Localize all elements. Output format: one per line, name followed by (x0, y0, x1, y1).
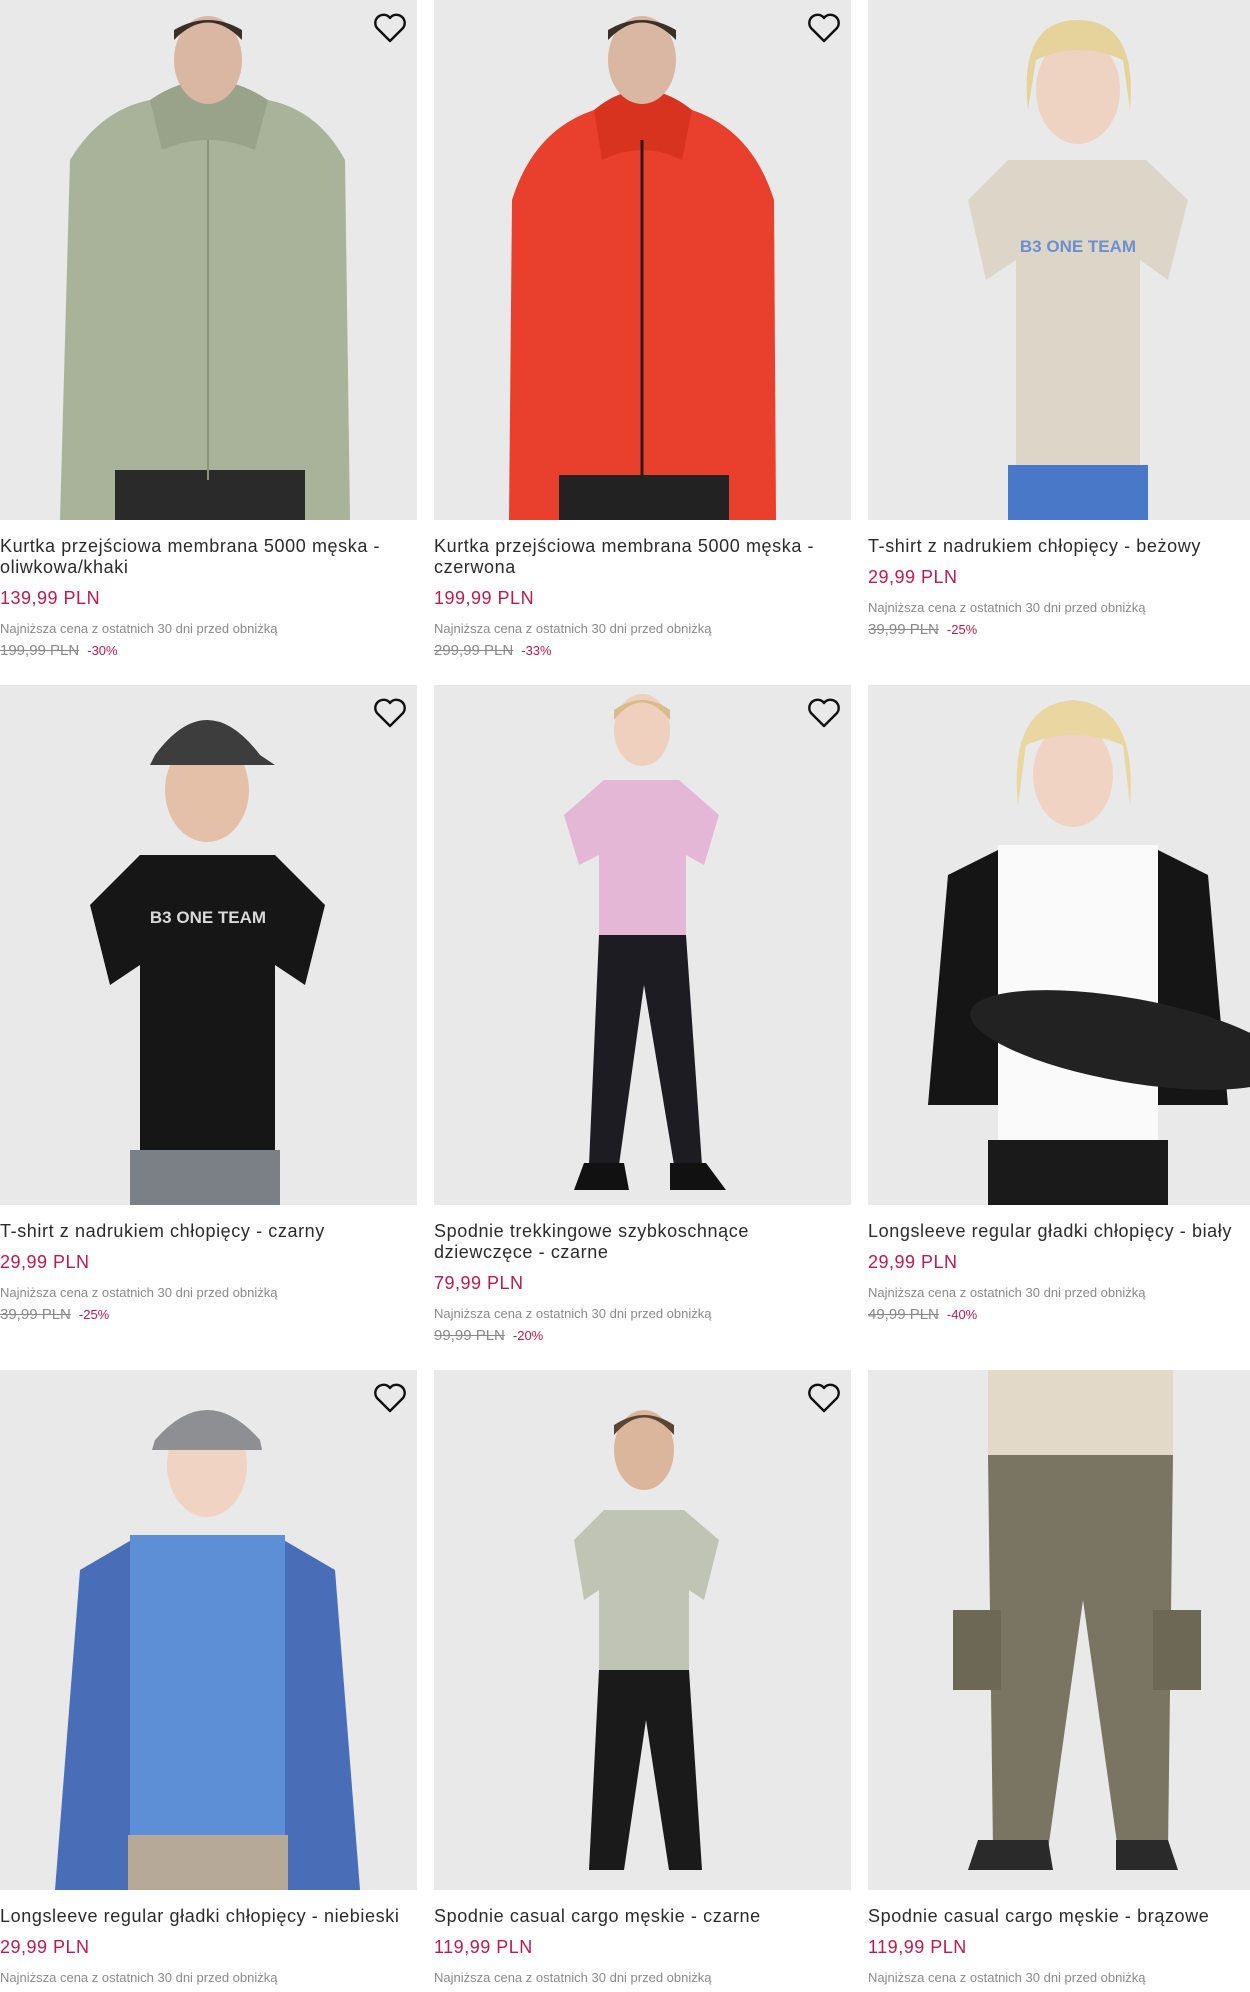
product-image[interactable] (434, 685, 851, 1205)
old-price: 299,99 PLN (434, 642, 514, 659)
lowest-price-label: Najniższa cena z ostatnich 30 dni przed … (434, 1970, 712, 1985)
product-price: 79,99 PLN (434, 1273, 524, 1293)
product-photo-olive-jacket (0, 0, 417, 520)
product-image[interactable] (868, 1370, 1250, 1890)
wishlist-heart-icon[interactable] (805, 695, 843, 731)
product-info: Longsleeve regular gładki chłopięcy - ni… (0, 1890, 417, 1985)
tshirt-print-text: B3 ONE TEAM (1020, 237, 1136, 256)
lowest-price-label: Najniższa cena z ostatnich 30 dni przed … (0, 621, 278, 636)
discount-badge: -25% (946, 622, 978, 637)
product-price: 119,99 PLN (868, 1937, 967, 1957)
product-photo-brown-cargo (868, 1370, 1250, 1890)
wishlist-heart-icon[interactable] (371, 1380, 409, 1416)
discount-badge: -33% (521, 643, 552, 658)
product-name[interactable]: Longsleeve regular gładki chłopięcy - bi… (868, 1221, 1250, 1242)
discount-badge: -40% (946, 1307, 978, 1322)
old-price: 49,99 PLN (868, 1306, 939, 1323)
product-card[interactable]: Spodnie casual cargo męskie - brązowe 11… (868, 1370, 1250, 1985)
product-card[interactable]: Longsleeve regular gładki chłopięcy - ni… (0, 1370, 417, 1985)
product-photo-blue-longsleeve (0, 1370, 417, 1890)
product-name[interactable]: T-shirt z nadrukiem chłopięcy - beżowy (868, 536, 1250, 557)
old-price-row: 199,99 PLN -30% (0, 642, 417, 659)
product-info: T-shirt z nadrukiem chłopięcy - czarny 2… (0, 1205, 417, 1323)
product-photo-black-tshirt: B3 ONE TEAM (0, 685, 417, 1205)
product-info: Kurtka przejściowa membrana 5000 męska -… (434, 520, 851, 659)
product-price: 139,99 PLN (0, 588, 101, 608)
wishlist-heart-icon[interactable] (805, 10, 843, 46)
lowest-price-label: Najniższa cena z ostatnich 30 dni przed … (868, 1970, 1146, 1985)
wishlist-heart-icon[interactable] (371, 10, 409, 46)
product-photo-girl-pants (434, 685, 851, 1205)
product-card[interactable]: Kurtka przejściowa membrana 5000 męska -… (434, 0, 851, 659)
product-price: 29,99 PLN (0, 1252, 90, 1272)
tshirt-print-text: B3 ONE TEAM (150, 908, 266, 927)
product-name[interactable]: Spodnie trekkingowe szybkoschnące dziewc… (434, 1221, 851, 1263)
product-photo-white-longsleeve (868, 685, 1250, 1205)
lowest-price-label: Najniższa cena z ostatnich 30 dni przed … (0, 1285, 278, 1300)
old-price: 199,99 PLN (0, 642, 80, 659)
product-info: Longsleeve regular gładki chłopięcy - bi… (868, 1205, 1250, 1323)
product-info: Spodnie casual cargo męskie - brązowe 11… (868, 1890, 1250, 1985)
old-price-row: 299,99 PLN -33% (434, 642, 851, 659)
product-name[interactable]: Spodnie casual cargo męskie - brązowe (868, 1906, 1250, 1927)
product-info: T-shirt z nadrukiem chłopięcy - beżowy 2… (868, 520, 1250, 638)
product-name[interactable]: Spodnie casual cargo męskie - czarne (434, 1906, 851, 1927)
product-name[interactable]: Kurtka przejściowa membrana 5000 męska -… (434, 536, 851, 578)
product-price: 119,99 PLN (434, 1937, 533, 1957)
old-price-row: 39,99 PLN -25% (868, 621, 1250, 638)
product-card[interactable]: Kurtka przejściowa membrana 5000 męska -… (0, 0, 417, 659)
product-price: 29,99 PLN (868, 567, 958, 587)
product-photo-red-jacket (434, 0, 851, 520)
product-card[interactable]: B3 ONE TEAM T-shirt z nadrukiem chłopięc… (0, 685, 417, 1323)
product-photo-black-cargo (434, 1370, 851, 1890)
old-price: 39,99 PLN (868, 621, 939, 638)
product-image[interactable]: B3 ONE TEAM (0, 685, 417, 1205)
product-image[interactable] (868, 685, 1250, 1205)
product-image[interactable] (0, 0, 417, 520)
lowest-price-label: Najniższa cena z ostatnich 30 dni przed … (868, 1285, 1146, 1300)
old-price-row: 39,99 PLN -25% (0, 1306, 417, 1323)
product-price: 29,99 PLN (868, 1252, 958, 1272)
old-price: 99,99 PLN (434, 1327, 505, 1344)
product-card[interactable]: B3 ONE TEAM T-shirt z nadrukiem chłopięc… (868, 0, 1250, 638)
product-info: Kurtka przejściowa membrana 5000 męska -… (0, 520, 417, 659)
lowest-price-label: Najniższa cena z ostatnich 30 dni przed … (868, 600, 1146, 615)
discount-badge: -25% (78, 1307, 110, 1322)
product-image[interactable] (0, 1370, 417, 1890)
product-name[interactable]: Longsleeve regular gładki chłopięcy - ni… (0, 1906, 417, 1927)
product-card[interactable]: Spodnie casual cargo męskie - czarne 119… (434, 1370, 851, 1985)
product-name[interactable]: T-shirt z nadrukiem chłopięcy - czarny (0, 1221, 417, 1242)
product-image[interactable]: B3 ONE TEAM (868, 0, 1250, 520)
product-image[interactable] (434, 1370, 851, 1890)
old-price: 39,99 PLN (0, 1306, 71, 1323)
lowest-price-label: Najniższa cena z ostatnich 30 dni przed … (434, 1306, 712, 1321)
product-card[interactable]: Spodnie trekkingowe szybkoschnące dziewc… (434, 685, 851, 1344)
old-price-row: 49,99 PLN -40% (868, 1306, 1250, 1323)
product-grid: Kurtka przejściowa membrana 5000 męska -… (0, 0, 1250, 1992)
product-price: 29,99 PLN (0, 1937, 90, 1957)
product-info: Spodnie casual cargo męskie - czarne 119… (434, 1890, 851, 1985)
lowest-price-label: Najniższa cena z ostatnich 30 dni przed … (434, 621, 712, 636)
discount-badge: -20% (512, 1328, 544, 1343)
product-card[interactable]: Longsleeve regular gładki chłopięcy - bi… (868, 685, 1250, 1323)
product-image[interactable] (434, 0, 851, 520)
wishlist-heart-icon[interactable] (371, 695, 409, 731)
product-name[interactable]: Kurtka przejściowa membrana 5000 męska -… (0, 536, 417, 578)
lowest-price-label: Najniższa cena z ostatnich 30 dni przed … (0, 1970, 278, 1985)
product-price: 199,99 PLN (434, 588, 535, 608)
product-photo-beige-tshirt: B3 ONE TEAM (868, 0, 1250, 520)
product-info: Spodnie trekkingowe szybkoschnące dziewc… (434, 1205, 851, 1344)
discount-badge: -30% (87, 643, 118, 658)
old-price-row: 99,99 PLN -20% (434, 1327, 851, 1344)
wishlist-heart-icon[interactable] (805, 1380, 843, 1416)
